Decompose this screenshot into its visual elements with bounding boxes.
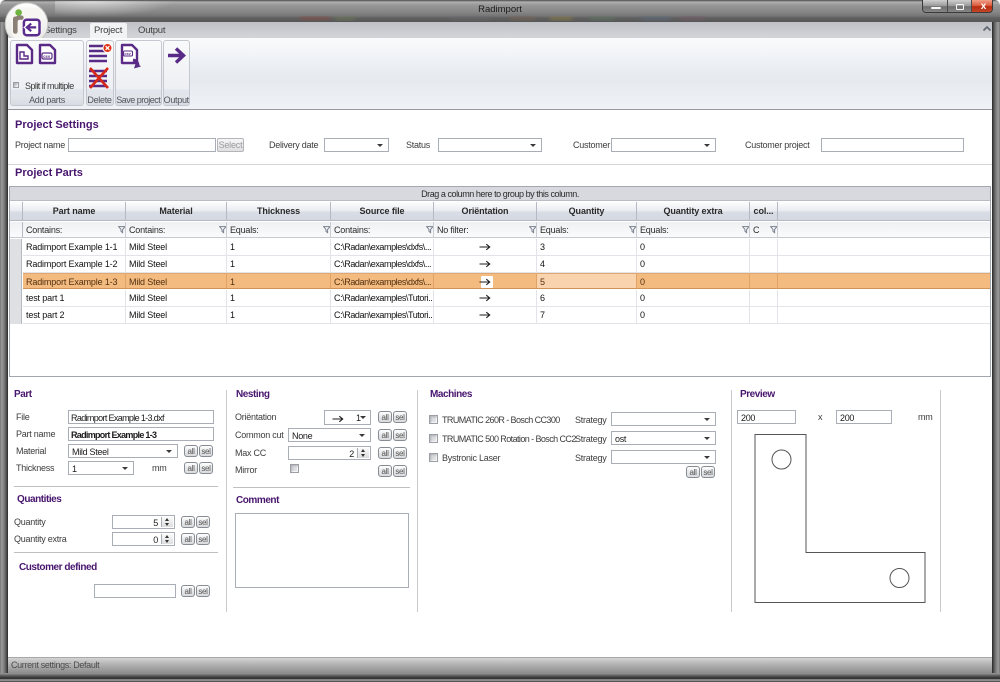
svg-text:csv: csv: [43, 54, 51, 59]
svg-text:csv: csv: [124, 52, 131, 56]
